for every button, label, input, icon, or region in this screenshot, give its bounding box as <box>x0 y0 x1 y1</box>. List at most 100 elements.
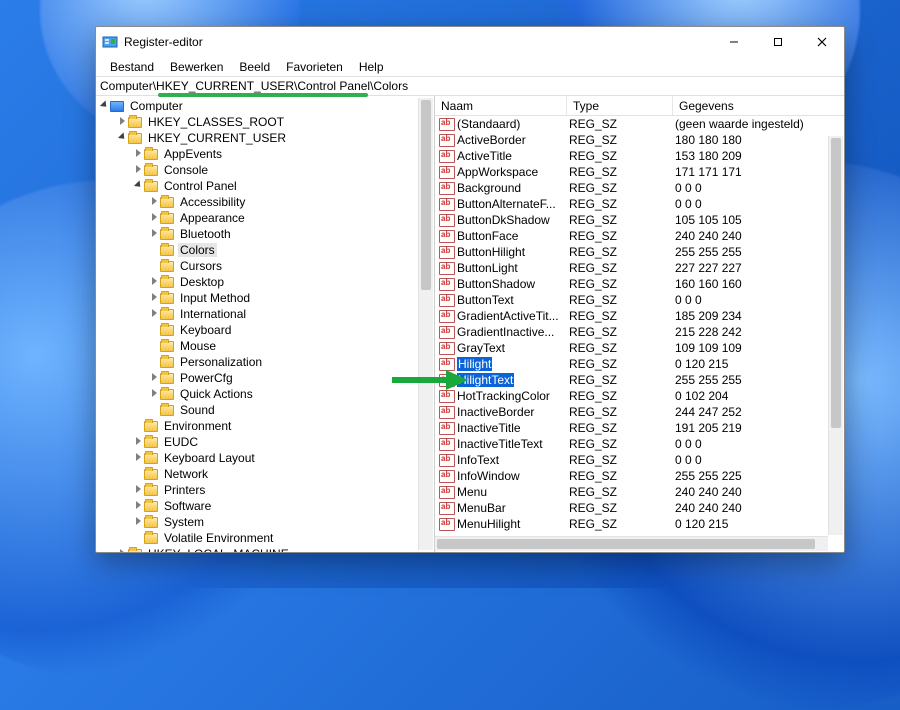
menu-favorieten[interactable]: Favorieten <box>278 58 351 76</box>
tree-root[interactable]: Computer <box>96 98 434 114</box>
titlebar[interactable]: Register-editor <box>96 27 844 57</box>
tree-pane[interactable]: ComputerHKEY_CLASSES_ROOTHKEY_CURRENT_US… <box>96 96 435 552</box>
address-text: Computer\HKEY_CURRENT_USER\Control Panel… <box>100 79 408 93</box>
tree-item[interactable]: International <box>96 306 434 322</box>
value-row[interactable]: abInactiveTitleTextREG_SZ0 0 0 <box>435 436 828 452</box>
value-row[interactable]: abAppWorkspaceREG_SZ171 171 171 <box>435 164 828 180</box>
tree-item[interactable]: Personalization <box>96 354 434 370</box>
twisty-collapsed-icon[interactable] <box>148 229 160 240</box>
col-gegevens[interactable]: Gegevens <box>673 96 844 115</box>
tree-item[interactable]: Console <box>96 162 434 178</box>
tree-item[interactable]: Network <box>96 466 434 482</box>
value-row[interactable]: abBackgroundREG_SZ0 0 0 <box>435 180 828 196</box>
twisty-collapsed-icon[interactable] <box>132 501 144 512</box>
twisty-expanded-icon[interactable] <box>132 181 144 192</box>
address-bar[interactable]: Computer\HKEY_CURRENT_USER\Control Panel… <box>96 76 844 96</box>
menu-help[interactable]: Help <box>351 58 392 76</box>
twisty-collapsed-icon[interactable] <box>132 485 144 496</box>
value-row[interactable]: abInactiveBorderREG_SZ244 247 252 <box>435 404 828 420</box>
value-row[interactable]: abButtonAlternateF...REG_SZ0 0 0 <box>435 196 828 212</box>
value-row[interactable]: abActiveTitleREG_SZ153 180 209 <box>435 148 828 164</box>
list-vscrollbar[interactable] <box>828 136 843 535</box>
twisty-collapsed-icon[interactable] <box>116 117 128 128</box>
value-row[interactable]: abMenuBarREG_SZ240 240 240 <box>435 500 828 516</box>
tree-item[interactable]: Input Method <box>96 290 434 306</box>
tree-item[interactable]: HKEY_CURRENT_USER <box>96 130 434 146</box>
twisty-collapsed-icon[interactable] <box>132 453 144 464</box>
tree-item[interactable]: Environment <box>96 418 434 434</box>
value-row[interactable]: abActiveBorderREG_SZ180 180 180 <box>435 132 828 148</box>
tree-item[interactable]: System <box>96 514 434 530</box>
tree-item[interactable]: Printers <box>96 482 434 498</box>
twisty-collapsed-icon[interactable] <box>148 389 160 400</box>
twisty-collapsed-icon[interactable] <box>148 373 160 384</box>
col-naam[interactable]: Naam <box>435 96 567 115</box>
list-header[interactable]: Naam Type Gegevens <box>435 96 844 116</box>
twisty-collapsed-icon[interactable] <box>132 517 144 528</box>
value-row[interactable]: abInfoWindowREG_SZ255 255 225 <box>435 468 828 484</box>
value-row[interactable]: abButtonLightREG_SZ227 227 227 <box>435 260 828 276</box>
value-row[interactable]: abInfoTextREG_SZ0 0 0 <box>435 452 828 468</box>
values-pane[interactable]: Naam Type Gegevens ab(Standaard)REG_SZ(g… <box>435 96 844 552</box>
menu-beeld[interactable]: Beeld <box>231 58 278 76</box>
col-type[interactable]: Type <box>567 96 673 115</box>
minimize-button[interactable] <box>712 27 756 57</box>
tree-item[interactable]: HKEY_CLASSES_ROOT <box>96 114 434 130</box>
maximize-button[interactable] <box>756 27 800 57</box>
tree-item[interactable]: Appearance <box>96 210 434 226</box>
value-row[interactable]: abGradientInactive...REG_SZ215 228 242 <box>435 324 828 340</box>
twisty-collapsed-icon[interactable] <box>116 549 128 553</box>
value-row[interactable]: abHilightREG_SZ0 120 215 <box>435 356 828 372</box>
value-row[interactable]: abHilightTextREG_SZ255 255 255 <box>435 372 828 388</box>
tree-item[interactable]: Bluetooth <box>96 226 434 242</box>
value-row[interactable]: abButtonShadowREG_SZ160 160 160 <box>435 276 828 292</box>
tree-item[interactable]: EUDC <box>96 434 434 450</box>
list-hscrollbar[interactable] <box>435 536 828 551</box>
folder-icon <box>160 341 174 352</box>
tree-item[interactable]: PowerCfg <box>96 370 434 386</box>
close-button[interactable] <box>800 27 844 57</box>
twisty-collapsed-icon[interactable] <box>148 213 160 224</box>
value-row[interactable]: abHotTrackingColorREG_SZ0 102 204 <box>435 388 828 404</box>
value-row[interactable]: abGrayTextREG_SZ109 109 109 <box>435 340 828 356</box>
register-editor-window: Register-editor Bestand Bewerken Beeld F… <box>95 26 845 553</box>
value-row[interactable]: abButtonFaceREG_SZ240 240 240 <box>435 228 828 244</box>
value-row[interactable]: abButtonDkShadowREG_SZ105 105 105 <box>435 212 828 228</box>
value-row[interactable]: ab(Standaard)REG_SZ(geen waarde ingestel… <box>435 116 828 132</box>
tree-item[interactable]: Keyboard Layout <box>96 450 434 466</box>
tree-item[interactable]: Quick Actions <box>96 386 434 402</box>
folder-icon <box>144 421 158 432</box>
tree-item[interactable]: Sound <box>96 402 434 418</box>
twisty-expanded-icon[interactable] <box>116 133 128 144</box>
twisty-collapsed-icon[interactable] <box>132 437 144 448</box>
twisty-collapsed-icon[interactable] <box>132 149 144 160</box>
value-type: REG_SZ <box>569 501 675 515</box>
value-row[interactable]: abButtonHilightREG_SZ255 255 255 <box>435 244 828 260</box>
menu-bewerken[interactable]: Bewerken <box>162 58 231 76</box>
value-row[interactable]: abMenuREG_SZ240 240 240 <box>435 484 828 500</box>
tree-scrollbar[interactable] <box>418 98 433 550</box>
value-row[interactable]: abMenuHilightREG_SZ0 120 215 <box>435 516 828 532</box>
tree-item[interactable]: Desktop <box>96 274 434 290</box>
tree-item[interactable]: Keyboard <box>96 322 434 338</box>
tree-item[interactable]: Mouse <box>96 338 434 354</box>
tree-item[interactable]: Accessibility <box>96 194 434 210</box>
tree-item[interactable]: Software <box>96 498 434 514</box>
menu-bestand[interactable]: Bestand <box>102 58 162 76</box>
twisty-collapsed-icon[interactable] <box>148 309 160 320</box>
tree-item[interactable]: AppEvents <box>96 146 434 162</box>
twisty-collapsed-icon[interactable] <box>132 165 144 176</box>
value-row[interactable]: abInactiveTitleREG_SZ191 205 219 <box>435 420 828 436</box>
tree-item[interactable]: Cursors <box>96 258 434 274</box>
tree-item[interactable]: Control Panel <box>96 178 434 194</box>
tree-item[interactable]: HKEY_LOCAL_MACHINE <box>96 546 434 552</box>
value-type: REG_SZ <box>569 277 675 291</box>
value-type: REG_SZ <box>569 325 675 339</box>
twisty-collapsed-icon[interactable] <box>148 197 160 208</box>
twisty-collapsed-icon[interactable] <box>148 293 160 304</box>
value-row[interactable]: abButtonTextREG_SZ0 0 0 <box>435 292 828 308</box>
tree-item[interactable]: Volatile Environment <box>96 530 434 546</box>
twisty-collapsed-icon[interactable] <box>148 277 160 288</box>
tree-item[interactable]: Colors <box>96 242 434 258</box>
value-row[interactable]: abGradientActiveTit...REG_SZ185 209 234 <box>435 308 828 324</box>
